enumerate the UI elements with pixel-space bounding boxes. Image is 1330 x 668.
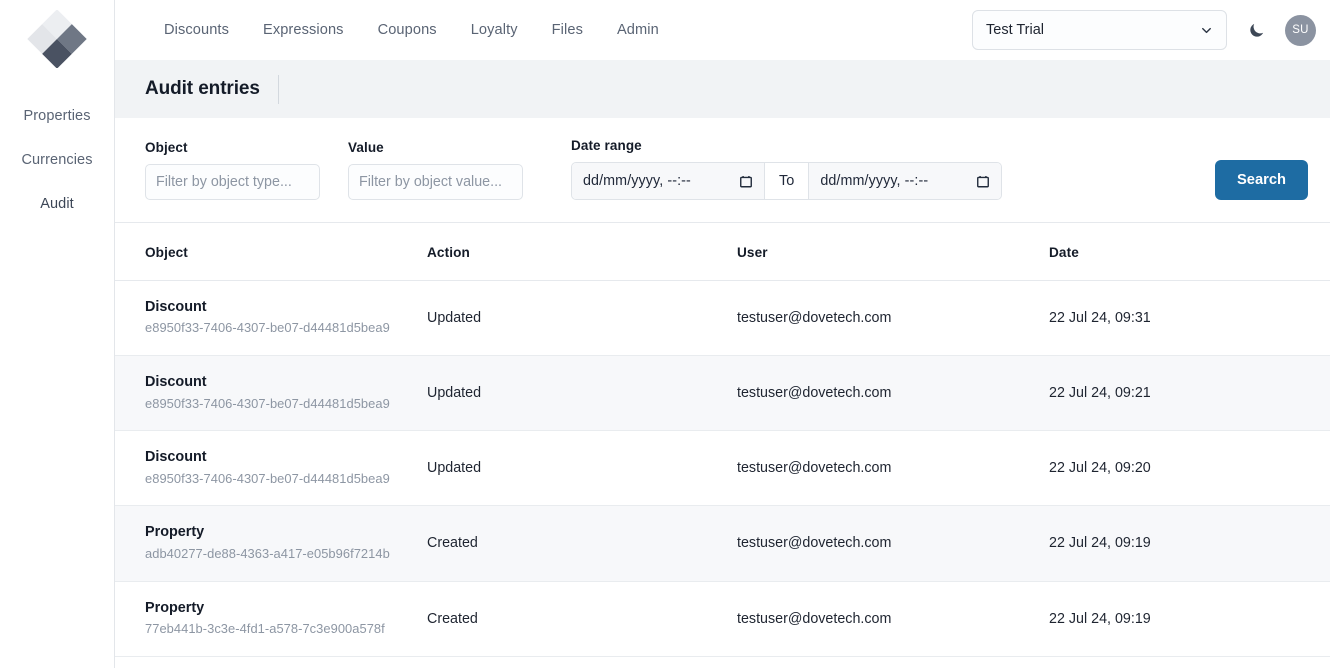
top-navigation-bar: Discounts Expressions Coupons Loyalty Fi… bbox=[115, 0, 1330, 60]
object-filter-field: Object bbox=[145, 140, 320, 200]
date-range-group: dd/mm/yyyy, --:-- To dd/mm/yyyy, --:-- bbox=[571, 162, 1002, 200]
sidebar-item-currencies[interactable]: Currencies bbox=[0, 138, 114, 182]
cell-action: Updated bbox=[427, 281, 737, 356]
nav-item-label: Files bbox=[552, 22, 583, 38]
sidebar-item-label: Properties bbox=[23, 108, 90, 124]
primary-nav: Discounts Expressions Coupons Loyalty Fi… bbox=[147, 16, 676, 44]
nav-item-label: Expressions bbox=[263, 22, 344, 38]
chevron-down-icon bbox=[1199, 23, 1214, 38]
nav-item-admin[interactable]: Admin bbox=[600, 16, 676, 44]
cell-date: 22 Jul 24, 09:20 bbox=[1049, 431, 1330, 506]
avatar-initials: SU bbox=[1292, 24, 1309, 36]
nav-item-discounts[interactable]: Discounts bbox=[147, 16, 246, 44]
date-range-field: Date range dd/mm/yyyy, --:-- To dd/mm/yy… bbox=[571, 138, 1002, 200]
table-body: Discount e8950f33-7406-4307-be07-d44481d… bbox=[115, 281, 1330, 657]
object-id: e8950f33-7406-4307-be07-d44481d5bea9 bbox=[145, 470, 427, 489]
cell-action: Updated bbox=[427, 356, 737, 431]
nav-item-files[interactable]: Files bbox=[535, 16, 600, 44]
object-id: e8950f33-7406-4307-be07-d44481d5bea9 bbox=[145, 395, 427, 414]
value-filter-label: Value bbox=[348, 140, 523, 155]
nav-item-label: Admin bbox=[617, 22, 659, 38]
sidebar-nav: Properties Currencies Audit bbox=[0, 94, 114, 226]
sidebar-item-audit[interactable]: Audit bbox=[0, 182, 114, 226]
object-type: Discount bbox=[145, 448, 427, 467]
tenant-select-value: Test Trial bbox=[986, 22, 1044, 38]
cell-user: testuser@dovetech.com bbox=[737, 581, 1049, 656]
nav-item-expressions[interactable]: Expressions bbox=[246, 16, 361, 44]
nav-item-label: Discounts bbox=[164, 22, 229, 38]
date-from-input[interactable]: dd/mm/yyyy, --:-- bbox=[572, 163, 764, 199]
object-filter-input[interactable] bbox=[145, 164, 320, 200]
object-type: Property bbox=[145, 523, 427, 542]
cell-action: Created bbox=[427, 581, 737, 656]
app-logo[interactable] bbox=[26, 10, 88, 68]
cell-object: Property adb40277-de88-4363-a417-e05b96f… bbox=[115, 506, 427, 581]
table-head: Object Action User Date bbox=[115, 223, 1330, 281]
table-row[interactable]: Property 77eb441b-3c3e-4fd1-a578-7c3e900… bbox=[115, 581, 1330, 656]
page-title: Audit entries bbox=[145, 78, 260, 100]
calendar-icon bbox=[739, 174, 753, 189]
page-header: Audit entries bbox=[115, 60, 1330, 118]
avatar[interactable]: SU bbox=[1285, 15, 1316, 46]
search-button[interactable]: Search bbox=[1215, 160, 1308, 200]
value-filter-field: Value bbox=[348, 140, 523, 200]
cell-date: 22 Jul 24, 09:19 bbox=[1049, 506, 1330, 581]
diamond-logo-icon bbox=[26, 10, 88, 68]
audit-table-container: Object Action User Date Discount e8950f3… bbox=[115, 223, 1330, 668]
cell-date: 22 Jul 24, 09:21 bbox=[1049, 356, 1330, 431]
column-header-action[interactable]: Action bbox=[427, 223, 737, 281]
value-filter-input[interactable] bbox=[348, 164, 523, 200]
cell-date: 22 Jul 24, 09:31 bbox=[1049, 281, 1330, 356]
main-area: Discounts Expressions Coupons Loyalty Fi… bbox=[115, 0, 1330, 668]
cell-object: Property 77eb441b-3c3e-4fd1-a578-7c3e900… bbox=[115, 581, 427, 656]
moon-icon bbox=[1247, 21, 1266, 40]
cell-object: Discount e8950f33-7406-4307-be07-d44481d… bbox=[115, 431, 427, 506]
cell-user: testuser@dovetech.com bbox=[737, 356, 1049, 431]
cell-user: testuser@dovetech.com bbox=[737, 506, 1049, 581]
sidebar: Properties Currencies Audit bbox=[0, 0, 115, 668]
filter-bar: Object Value Date range dd/mm/yyyy, --:-… bbox=[115, 118, 1330, 223]
cell-object: Discount e8950f33-7406-4307-be07-d44481d… bbox=[115, 281, 427, 356]
table-row[interactable]: Discount e8950f33-7406-4307-be07-d44481d… bbox=[115, 431, 1330, 506]
date-to-input[interactable]: dd/mm/yyyy, --:-- bbox=[809, 163, 1001, 199]
object-type: Discount bbox=[145, 373, 427, 392]
nav-item-label: Coupons bbox=[378, 22, 437, 38]
object-filter-label: Object bbox=[145, 140, 320, 155]
date-range-label: Date range bbox=[571, 138, 1002, 153]
audit-entries-table: Object Action User Date Discount e8950f3… bbox=[115, 223, 1330, 657]
table-row[interactable]: Discount e8950f33-7406-4307-be07-d44481d… bbox=[115, 281, 1330, 356]
sidebar-item-label: Currencies bbox=[21, 152, 92, 168]
tenant-select[interactable]: Test Trial bbox=[972, 10, 1227, 50]
object-id: 77eb441b-3c3e-4fd1-a578-7c3e900a578f bbox=[145, 620, 427, 639]
dark-mode-toggle[interactable] bbox=[1243, 17, 1269, 43]
cell-user: testuser@dovetech.com bbox=[737, 431, 1049, 506]
table-row[interactable]: Discount e8950f33-7406-4307-be07-d44481d… bbox=[115, 356, 1330, 431]
cell-object: Discount e8950f33-7406-4307-be07-d44481d… bbox=[115, 356, 427, 431]
column-header-object[interactable]: Object bbox=[115, 223, 427, 281]
object-type: Property bbox=[145, 599, 427, 618]
cell-date: 22 Jul 24, 09:19 bbox=[1049, 581, 1330, 656]
column-header-date[interactable]: Date bbox=[1049, 223, 1330, 281]
object-id: adb40277-de88-4363-a417-e05b96f7214b bbox=[145, 545, 427, 564]
topbar-actions: Test Trial SU bbox=[972, 10, 1330, 50]
app-root: Properties Currencies Audit Discounts Ex… bbox=[0, 0, 1330, 668]
table-row[interactable]: Property adb40277-de88-4363-a417-e05b96f… bbox=[115, 506, 1330, 581]
cell-user: testuser@dovetech.com bbox=[737, 281, 1049, 356]
object-id: e8950f33-7406-4307-be07-d44481d5bea9 bbox=[145, 319, 427, 338]
table-header-row: Object Action User Date bbox=[115, 223, 1330, 281]
cell-action: Updated bbox=[427, 431, 737, 506]
calendar-icon bbox=[976, 174, 990, 189]
nav-item-loyalty[interactable]: Loyalty bbox=[454, 16, 535, 44]
cell-action: Created bbox=[427, 506, 737, 581]
title-divider bbox=[278, 75, 279, 104]
nav-item-coupons[interactable]: Coupons bbox=[361, 16, 454, 44]
column-header-user[interactable]: User bbox=[737, 223, 1049, 281]
date-range-separator: To bbox=[764, 163, 809, 199]
nav-item-label: Loyalty bbox=[471, 22, 518, 38]
date-to-text: dd/mm/yyyy, --:-- bbox=[820, 173, 928, 189]
sidebar-item-label: Audit bbox=[40, 196, 74, 212]
sidebar-item-properties[interactable]: Properties bbox=[0, 94, 114, 138]
date-from-text: dd/mm/yyyy, --:-- bbox=[583, 173, 691, 189]
object-type: Discount bbox=[145, 298, 427, 317]
